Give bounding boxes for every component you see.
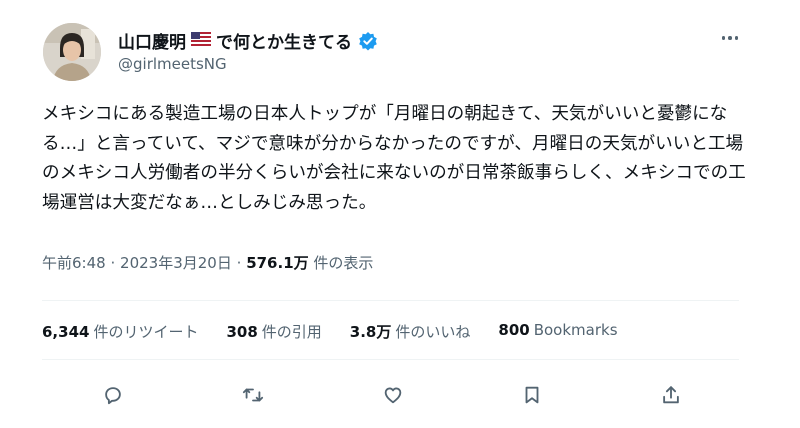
share-icon <box>663 386 679 404</box>
meta-separator: · <box>110 254 116 272</box>
tweet-date[interactable]: 2023年3月20日 <box>120 254 232 272</box>
retweets-count: 6,344 <box>42 323 90 341</box>
likes-stat[interactable]: 3.8万 件のいいね <box>350 321 471 342</box>
bookmark-icon <box>525 386 539 404</box>
verified-badge-icon[interactable] <box>358 31 378 51</box>
bookmarks-label: Bookmarks <box>533 321 618 339</box>
tweet-time[interactable]: 午前6:48 <box>42 254 106 272</box>
retweet-button[interactable] <box>238 380 268 410</box>
like-button[interactable] <box>378 380 408 410</box>
divider <box>42 300 739 301</box>
tweet-meta: 午前6:48 · 2023年3月20日 · 576.1万 件の表示 <box>42 252 373 273</box>
us-flag-icon <box>191 31 211 50</box>
more-options-icon[interactable] <box>718 28 742 48</box>
like-icon <box>384 387 402 404</box>
quotes-label: 件の引用 <box>261 323 322 341</box>
views-label: 件の表示 <box>313 254 374 272</box>
avatar[interactable] <box>43 23 101 81</box>
retweets-label: 件のリツイート <box>93 323 199 341</box>
bookmark-button[interactable] <box>517 380 547 410</box>
tweet-stats: 6,344 件のリツイート 308 件の引用 3.8万 件のいいね 800 Bookma… <box>42 321 646 342</box>
likes-label: 件のいいね <box>395 323 471 341</box>
divider <box>42 359 739 360</box>
reply-button[interactable] <box>98 380 128 410</box>
author-handle[interactable]: @girlmeetsNG <box>118 55 227 73</box>
retweets-stat[interactable]: 6,344 件のリツイート <box>42 321 198 342</box>
tweet-text: メキシコにある製造工場の日本人トップが「月曜日の朝起きて、天気がいいと憂鬱になる… <box>42 104 746 213</box>
reply-icon <box>105 387 121 405</box>
retweet-icon <box>242 388 264 402</box>
meta-separator: · <box>236 254 242 272</box>
author-name-row[interactable]: 山口慶明 で何とか生きてる <box>118 28 378 53</box>
author-display-name-suffix[interactable]: で何とか生きてる <box>216 28 352 53</box>
quotes-count: 308 <box>226 323 258 341</box>
author-display-name[interactable]: 山口慶明 <box>118 28 186 53</box>
bookmarks-count: 800 <box>498 321 530 339</box>
likes-count: 3.8万 <box>349 323 392 341</box>
bookmarks-stat[interactable]: 800 Bookmarks <box>498 321 617 342</box>
avatar-photo <box>43 23 101 81</box>
views-count: 576.1万 <box>246 254 309 272</box>
quotes-stat[interactable]: 308 件の引用 <box>226 321 321 342</box>
share-button[interactable] <box>656 380 686 410</box>
